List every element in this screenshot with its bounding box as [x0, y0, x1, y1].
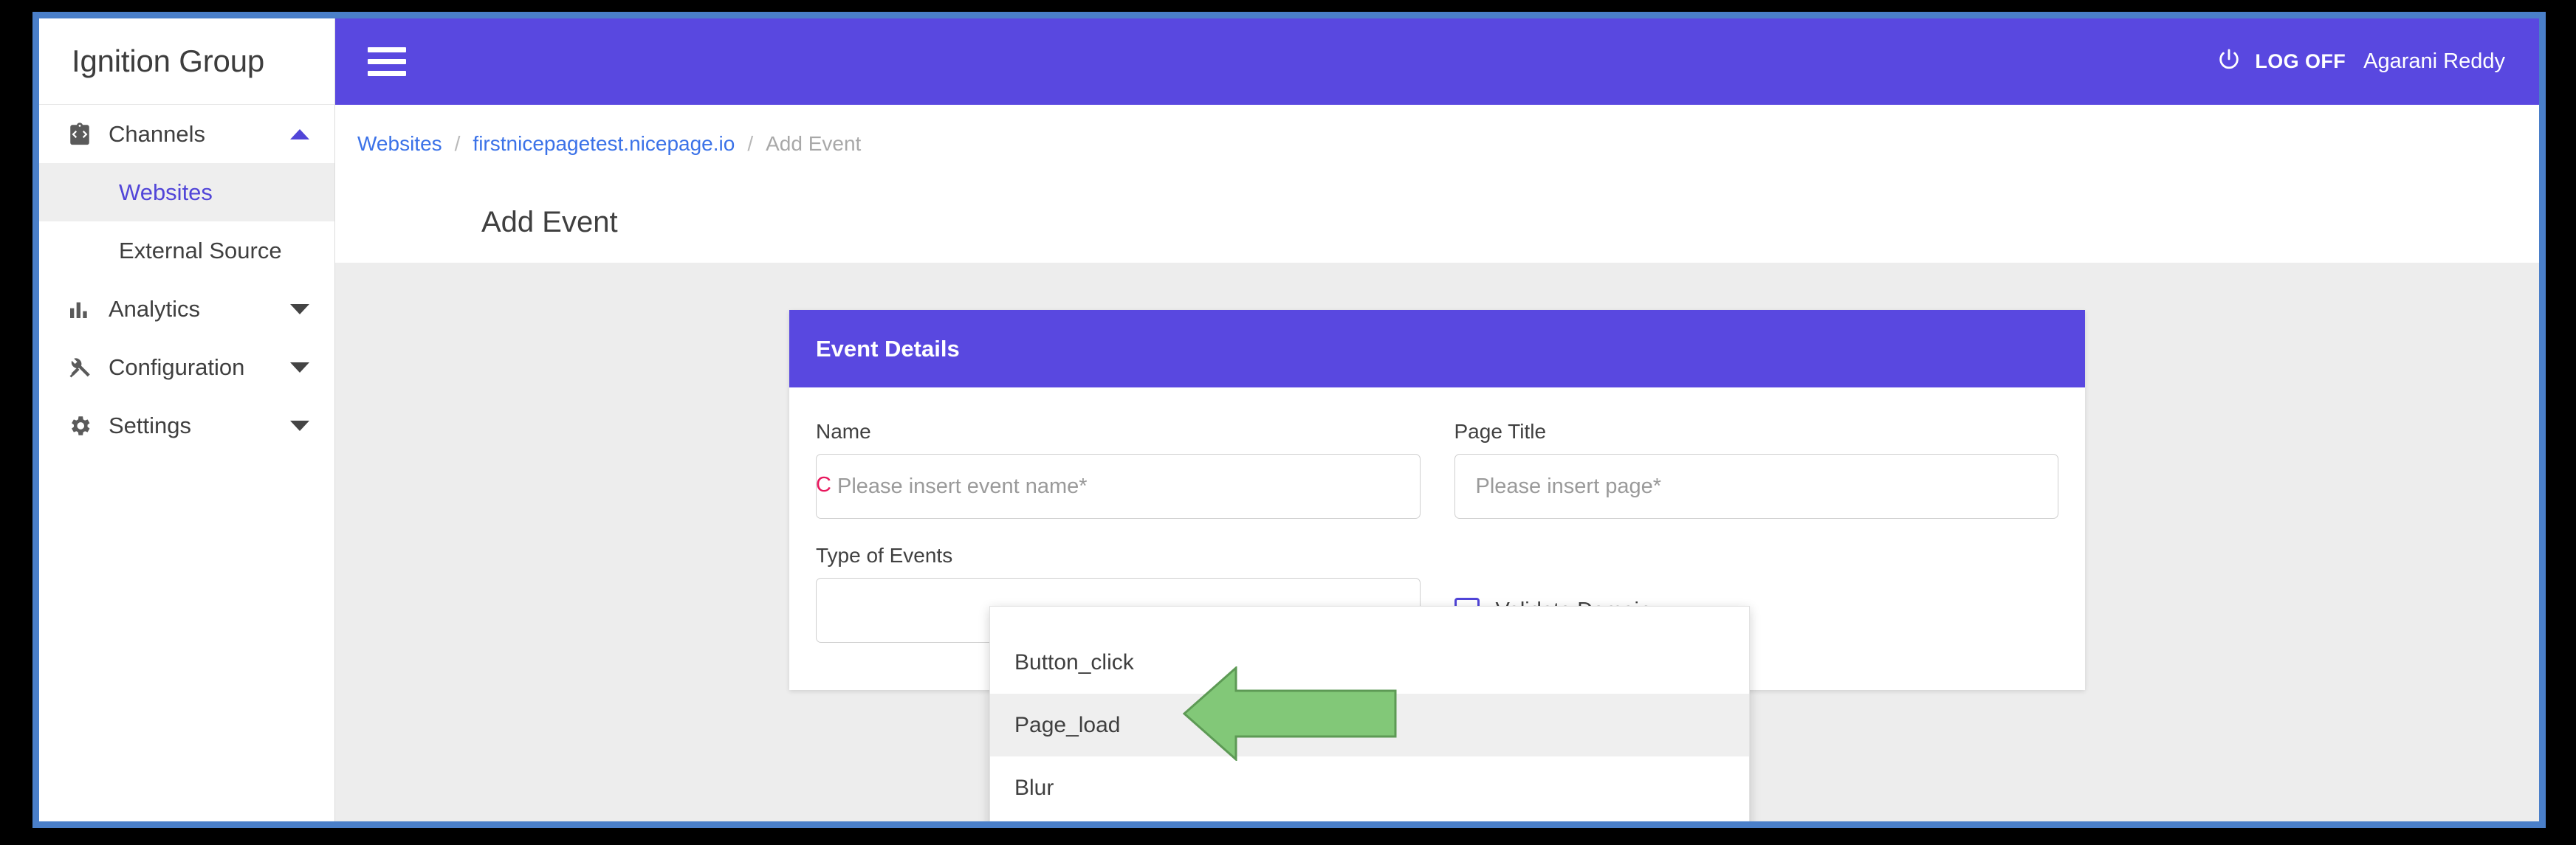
sidebar-item-label: Channels	[109, 120, 205, 147]
field-group-page-title: Page Title	[1454, 420, 2058, 519]
bar-chart-icon	[67, 297, 100, 321]
sidebar-item-settings[interactable]: Settings	[39, 396, 334, 455]
hamburger-bar	[368, 59, 406, 64]
topbar-right-group: LOG OFF Agarani Reddy	[2216, 47, 2505, 76]
breadcrumb-separator: /	[454, 131, 461, 155]
sidebar-item-analytics[interactable]: Analytics	[39, 280, 334, 338]
sidebar: Ignition Group Channels Websites Externa…	[39, 18, 335, 821]
chevron-down-icon[interactable]	[290, 362, 309, 373]
brand-title: Ignition Group	[72, 44, 265, 78]
dropdown-option-label: Button_click	[1014, 649, 1134, 675]
spacer-label	[1454, 544, 2059, 568]
page-title: Add Event	[481, 206, 618, 238]
sidebar-item-configuration[interactable]: Configuration	[39, 338, 334, 396]
dropdown-option-blur[interactable]: Blur	[990, 756, 1749, 819]
hamburger-bar	[368, 71, 406, 76]
gear-icon	[67, 413, 100, 438]
sidebar-item-label: Configuration	[109, 353, 245, 380]
tools-icon	[67, 355, 100, 380]
name-label: Name	[816, 420, 871, 443]
cancel-button[interactable]: C	[816, 473, 831, 497]
card-header: Event Details	[789, 310, 2085, 387]
log-off-button[interactable]: LOG OFF	[2255, 50, 2346, 73]
power-icon[interactable]	[2216, 47, 2242, 76]
application-window: Ignition Group Channels Websites Externa…	[32, 12, 2546, 828]
hamburger-icon[interactable]	[368, 47, 406, 76]
breadcrumb-item-websites[interactable]: Websites	[357, 132, 442, 156]
user-name-label: Agarani Reddy	[2363, 49, 2505, 73]
card-header-title: Event Details	[816, 335, 960, 362]
form-row-primary: Name Page Title	[816, 420, 2058, 519]
type-of-events-dropdown: Button_click Page_load Blur	[989, 606, 1750, 821]
chevron-down-icon[interactable]	[290, 303, 309, 314]
main-region: LOG OFF Agarani Reddy Websites / firstni…	[335, 18, 2539, 821]
chevron-down-icon[interactable]	[290, 420, 309, 431]
chevron-up-icon[interactable]	[290, 128, 309, 139]
hamburger-bar	[368, 47, 406, 52]
dropdown-option-label: Blur	[1014, 775, 1054, 800]
breadcrumb-item-current: Add Event	[766, 131, 862, 155]
type-of-events-label: Type of Events	[816, 544, 953, 567]
breadcrumb: Websites / firstnicepagetest.nicepage.io…	[335, 105, 2539, 182]
sidebar-subitem-label: Websites	[119, 179, 213, 205]
dropdown-option-label: Page_load	[1014, 712, 1121, 737]
name-input[interactable]	[816, 454, 1421, 519]
dropdown-option-button-click[interactable]: Button_click	[990, 631, 1749, 694]
sidebar-subitem-label: External Source	[119, 237, 282, 263]
sidebar-item-external-source[interactable]: External Source	[39, 221, 334, 280]
screenshot-frame: Ignition Group Channels Websites Externa…	[0, 0, 2576, 845]
dropdown-top-padding	[990, 607, 1749, 631]
sidebar-nav: Channels Websites External Source Analyt…	[39, 105, 334, 455]
brand-header: Ignition Group	[39, 18, 334, 105]
field-group-name: Name	[816, 420, 1421, 519]
breadcrumb-item-site[interactable]: firstnicepagetest.nicepage.io	[473, 132, 735, 156]
page-title-input[interactable]	[1454, 454, 2058, 519]
dropdown-option-page-load[interactable]: Page_load	[990, 694, 1749, 756]
sidebar-item-label: Analytics	[109, 295, 201, 322]
sidebar-item-channels[interactable]: Channels	[39, 105, 334, 163]
page-title-bar: Add Event	[335, 182, 2539, 263]
dropdown-bottom-padding	[990, 819, 1749, 821]
top-bar: LOG OFF Agarani Reddy	[335, 18, 2539, 105]
sidebar-item-websites[interactable]: Websites	[39, 163, 334, 221]
breadcrumb-separator: /	[747, 131, 754, 155]
code-clipboard-icon	[67, 122, 100, 147]
page-title-label: Page Title	[1454, 420, 1547, 443]
sidebar-item-label: Settings	[109, 412, 192, 438]
